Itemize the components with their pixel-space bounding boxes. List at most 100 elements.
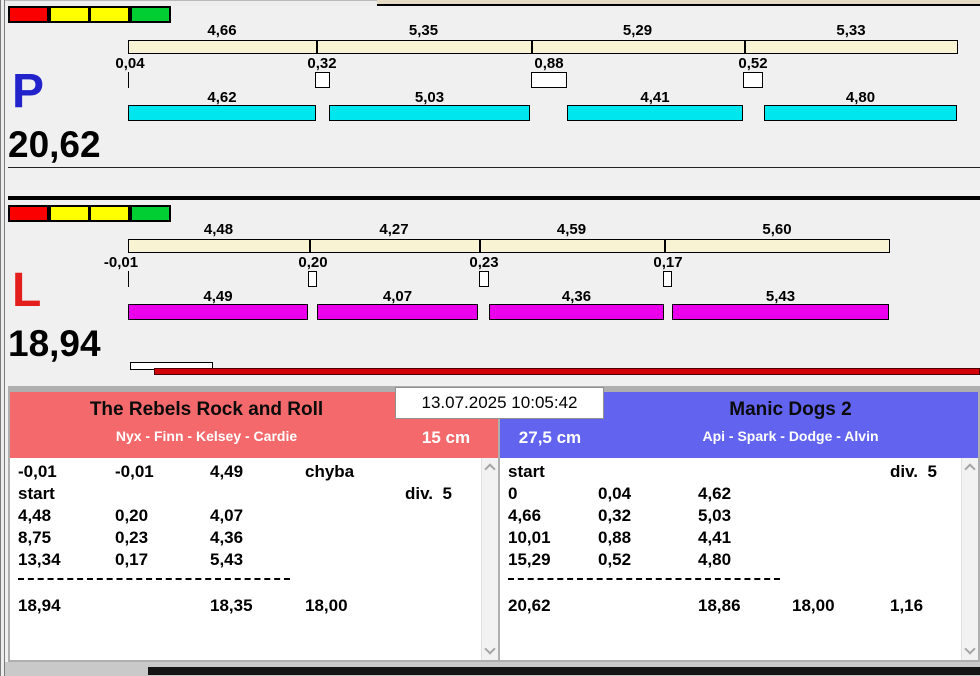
result-cell: 4,66 xyxy=(508,506,542,525)
delta-value-label: 0,88 xyxy=(534,55,564,72)
result-cell: 4,41 xyxy=(698,528,732,547)
split-time-label: 4,48 xyxy=(203,221,234,238)
split-bar-divider xyxy=(479,239,481,253)
lane-panel-left: 4,48 4,27 4,59 5,60 -0,01 0,20 0,23 0,17 4,49 4,0… xyxy=(0,205,980,364)
result-cell: 4,48 xyxy=(18,506,52,525)
run-time-bar xyxy=(128,304,308,320)
total-cell: 18,86 xyxy=(698,596,741,615)
team-name-left: The Rebels Rock and Roll xyxy=(89,399,324,420)
team-name-right: Manic Dogs 2 xyxy=(729,399,852,420)
result-cell: 10,01 xyxy=(508,528,551,547)
delta-value-label: 0,20 xyxy=(298,254,328,271)
result-cell: 5,03 xyxy=(698,506,732,525)
run-time-label: 4,36 xyxy=(561,288,592,305)
traffic-light-yellow xyxy=(89,205,130,222)
run-time-label: 4,80 xyxy=(845,89,876,106)
scroll-down-button[interactable] xyxy=(484,643,496,655)
traffic-light-red xyxy=(8,6,49,23)
total-cell: 18,35 xyxy=(210,596,253,615)
split-time-label: 4,27 xyxy=(379,221,409,238)
run-time-label: 4,41 xyxy=(640,89,670,106)
result-cell: 0,17 xyxy=(115,550,149,569)
result-cell: -0,01 xyxy=(115,462,154,481)
window-bottom-edge xyxy=(0,662,980,676)
result-cell: -0,01 xyxy=(18,462,57,481)
result-cell: div. 5 xyxy=(405,484,452,503)
team-dogs-left: Nyx - Finn - Kelsey - Cardie xyxy=(115,428,298,444)
run-time-bar xyxy=(128,105,316,121)
run-time-bar xyxy=(317,304,478,320)
delta-tick-mark xyxy=(128,271,129,287)
result-cell: 0,20 xyxy=(115,506,149,525)
result-cell: 0,52 xyxy=(598,550,632,569)
result-cell: 4,62 xyxy=(698,484,732,503)
flyball-timing-app: 4,66 5,35 5,29 5,33 0,04 0,32 0,88 0,52 4,62 5,03… xyxy=(0,0,980,676)
table-scrollbar[interactable] xyxy=(481,458,498,660)
result-cell: 5,43 xyxy=(210,550,244,569)
results-table-right: start div. 5 0 0,04 4,62 4,66 0,32 5,03 10,01 0,8… xyxy=(500,458,978,660)
scroll-up-button[interactable] xyxy=(964,463,976,475)
delta-tick-mark xyxy=(128,72,129,88)
delta-checkbox[interactable] xyxy=(479,271,489,287)
run-time-bar xyxy=(764,105,957,121)
panel-separator-line xyxy=(8,167,980,168)
result-cell: 4,49 xyxy=(210,462,244,481)
taskbar-fragment xyxy=(148,667,980,675)
traffic-light-yellow xyxy=(89,6,130,23)
total-cell: 18,00 xyxy=(792,596,835,615)
total-cell: 20,62 xyxy=(508,596,551,615)
result-cell: 8,75 xyxy=(18,528,52,547)
split-time-label: 5,29 xyxy=(622,22,653,39)
split-bar-divider xyxy=(309,239,311,253)
traffic-light-red xyxy=(8,205,49,222)
result-cell: 13,34 xyxy=(18,550,61,569)
scroll-down-button[interactable] xyxy=(964,643,976,655)
scroll-up-button[interactable] xyxy=(484,463,496,475)
traffic-light-green xyxy=(129,6,171,23)
result-cell: 4,36 xyxy=(210,528,244,547)
traffic-light-green xyxy=(129,205,171,222)
run-time-label: 4,62 xyxy=(207,89,237,106)
lane-letter-P: P xyxy=(12,65,45,118)
delta-value-label: 0,17 xyxy=(653,254,683,271)
split-time-bar xyxy=(128,239,890,253)
delta-value-label: 0,32 xyxy=(307,55,337,72)
split-time-label: 5,35 xyxy=(408,22,439,39)
run-time-label: 5,03 xyxy=(414,89,445,106)
split-time-label: 5,60 xyxy=(762,221,792,238)
result-cell: start xyxy=(18,484,55,503)
run-time-label: 4,07 xyxy=(382,288,413,305)
delta-checkbox[interactable] xyxy=(315,72,330,88)
delta-checkbox[interactable] xyxy=(743,72,763,88)
result-cell: 0,23 xyxy=(115,528,149,547)
timestamp-text: 13.07.2025 10:05:42 xyxy=(421,393,578,412)
run-time-bar xyxy=(672,304,889,320)
delta-checkbox[interactable] xyxy=(531,72,567,88)
result-cell: start xyxy=(508,462,545,481)
lane-letter-L: L xyxy=(12,264,42,317)
jump-height-right: 27,5 cm xyxy=(518,428,582,447)
split-time-label: 5,33 xyxy=(836,22,866,39)
result-cell: chyba xyxy=(305,462,355,481)
lane-divider xyxy=(8,196,980,200)
delta-value-label: 0,23 xyxy=(469,254,499,271)
result-cell: 4,80 xyxy=(698,550,732,569)
delta-checkbox[interactable] xyxy=(308,271,317,287)
split-bar-divider xyxy=(531,40,533,54)
result-cell: 4,07 xyxy=(210,506,244,525)
total-cell: 1,16 xyxy=(890,596,924,615)
total-cell: 18,00 xyxy=(305,596,348,615)
table-scrollbar[interactable] xyxy=(961,458,978,660)
progress-bar xyxy=(154,368,980,375)
timestamp-box: 13.07.2025 10:05:42 xyxy=(395,387,604,419)
result-cell: 0 xyxy=(508,484,518,503)
result-cell: div. 5 xyxy=(890,462,937,481)
lane-total-time: 18,94 xyxy=(8,323,101,364)
result-cell: 0,32 xyxy=(598,506,632,525)
split-time-label: 4,66 xyxy=(207,22,237,39)
result-cell: 0,04 xyxy=(598,484,632,503)
run-time-label: 4,49 xyxy=(203,288,233,305)
delta-checkbox[interactable] xyxy=(663,271,672,287)
results-table-left: -0,01 -0,01 4,49 chyba start div. 5 4,48 0,20 4,… xyxy=(10,458,498,660)
scoreboard-panel: The Rebels Rock and Roll Nyx - Finn - Ke… xyxy=(8,386,980,662)
